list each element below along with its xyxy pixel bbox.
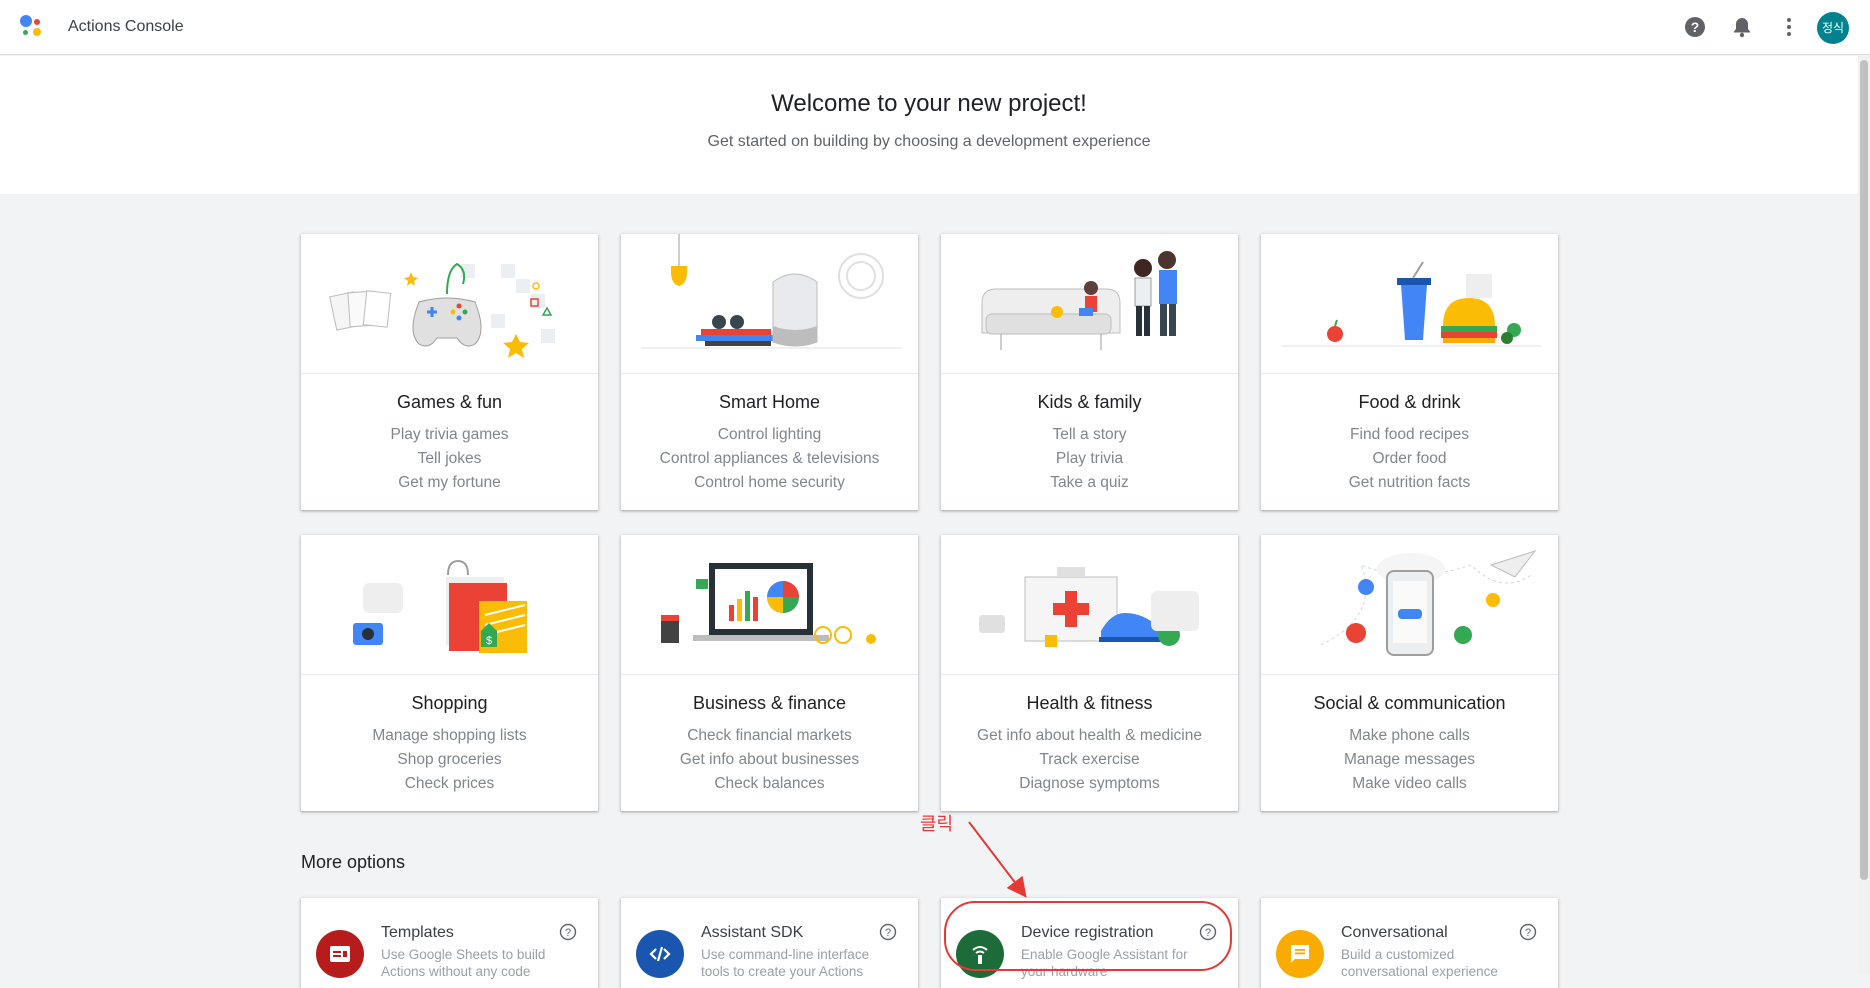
category-title: Smart Home <box>718 392 821 412</box>
smart-home-illustration <box>621 234 918 374</box>
category-example: Check prices <box>404 775 495 792</box>
option-title: Templates <box>381 924 454 941</box>
option-title: Conversational <box>1341 924 1448 941</box>
annotation-click-label: 클릭 <box>920 814 954 835</box>
svg-text:?: ? <box>1525 927 1531 939</box>
option-title: Assistant SDK <box>701 924 804 941</box>
games-illustration <box>301 234 598 374</box>
category-example: Tell a story <box>1052 426 1127 443</box>
option-title: Device registration <box>1021 924 1154 941</box>
category-example: Check balances <box>714 775 825 792</box>
category-title: Kids & family <box>1037 392 1142 412</box>
welcome-subtitle: Get started on building by choosing a de… <box>707 133 1151 150</box>
business-finance-illustration <box>621 535 918 675</box>
category-card-food-drink[interactable]: Food & drink Find food recipes Order foo… <box>1261 234 1558 510</box>
category-example: Manage messages <box>1344 751 1475 768</box>
chat-icon <box>1276 930 1324 978</box>
category-example: Make video calls <box>1352 775 1467 792</box>
category-card-kids-family[interactable]: Kids & family Tell a story Play trivia T… <box>941 234 1238 510</box>
category-example: Get info about businesses <box>679 751 860 768</box>
category-example: Control lighting <box>717 426 822 443</box>
category-example: Shop groceries <box>397 751 502 768</box>
category-example: Play trivia games <box>390 426 509 443</box>
top-app-bar: Actions Console ? 정식 <box>0 0 1870 55</box>
templates-icon <box>316 930 364 978</box>
category-card-health-fitness[interactable]: Health & fitness Get info about health &… <box>941 535 1238 811</box>
category-example: Make phone calls <box>1349 727 1470 744</box>
category-title: Health & fitness <box>1026 693 1153 713</box>
category-example: Control appliances & televisions <box>659 450 880 467</box>
welcome-title: Welcome to your new project! <box>771 90 1087 117</box>
category-example: Manage shopping lists <box>372 727 527 744</box>
help-circle-icon[interactable]: ? <box>879 923 897 946</box>
category-card-social-communication[interactable]: Social & communication Make phone calls … <box>1261 535 1558 811</box>
category-example: Control home security <box>694 474 845 491</box>
category-example: Take a quiz <box>1050 474 1129 491</box>
shopping-illustration: $ <box>301 535 598 675</box>
annotation-arrow <box>968 821 1027 898</box>
category-title: Food & drink <box>1358 392 1461 412</box>
svg-text:?: ? <box>1691 19 1700 35</box>
help-circle-icon[interactable]: ? <box>1199 923 1217 946</box>
category-example: Tell jokes <box>417 450 482 467</box>
user-avatar[interactable]: 정식 <box>1817 12 1849 44</box>
category-card-games-fun[interactable]: Games & fun Play trivia games Tell jokes… <box>301 234 598 510</box>
food-drink-illustration <box>1261 234 1558 374</box>
page-scrollbar[interactable] <box>1858 56 1870 975</box>
category-example: Play trivia <box>1055 450 1124 467</box>
welcome-header: Welcome to your new project! Get started… <box>0 56 1858 194</box>
category-example: Get nutrition facts <box>1348 474 1471 491</box>
kids-family-illustration <box>941 234 1238 374</box>
social-communication-illustration <box>1261 535 1558 675</box>
category-card-smart-home[interactable]: Smart Home Control lighting Control appl… <box>621 234 918 510</box>
more-options-heading: More options <box>301 852 406 872</box>
category-title: Shopping <box>411 693 488 713</box>
category-example: Check financial markets <box>687 727 852 744</box>
category-example: Order food <box>1372 450 1447 467</box>
category-example: Get my fortune <box>398 474 501 491</box>
scrollbar-thumb[interactable] <box>1860 60 1868 880</box>
svg-text:$: $ <box>486 635 492 647</box>
category-example: Get info about health & medicine <box>977 727 1202 744</box>
more-vert-icon[interactable] <box>1775 13 1803 41</box>
category-card-business-finance[interactable]: Business & finance Check financial marke… <box>621 535 918 811</box>
help-icon[interactable]: ? <box>1681 13 1709 41</box>
category-example: Diagnose symptoms <box>1019 775 1160 792</box>
category-example: Find food recipes <box>1350 426 1469 443</box>
code-icon <box>636 930 684 978</box>
category-example: Track exercise <box>1039 751 1140 768</box>
google-assistant-logo-icon <box>20 15 50 41</box>
category-title: Games & fun <box>396 392 503 412</box>
device-icon <box>956 930 1004 978</box>
notifications-bell-icon[interactable] <box>1728 13 1756 41</box>
category-card-shopping[interactable]: $ Shopping Manage shopping lists Shop gr… <box>301 535 598 811</box>
app-title: Actions Console <box>68 18 184 35</box>
svg-text:?: ? <box>885 927 891 939</box>
health-fitness-illustration <box>941 535 1238 675</box>
category-title: Social & communication <box>1313 693 1506 713</box>
svg-text:?: ? <box>1205 927 1211 939</box>
category-title: Business & finance <box>692 693 847 713</box>
help-circle-icon[interactable]: ? <box>559 923 577 946</box>
svg-text:?: ? <box>565 927 571 939</box>
help-circle-icon[interactable]: ? <box>1519 923 1537 946</box>
